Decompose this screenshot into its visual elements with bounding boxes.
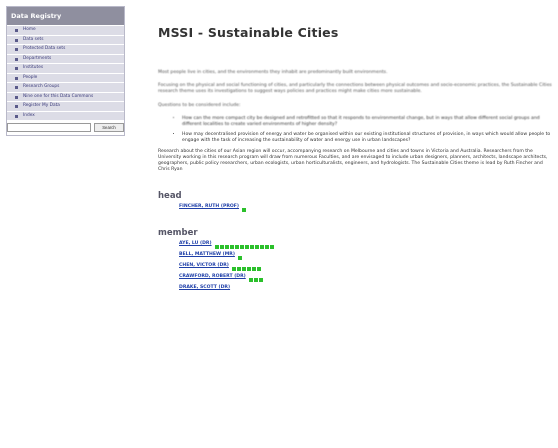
questions-label: Questions to be considered include: <box>158 102 241 108</box>
dataset-square <box>269 245 274 250</box>
dataset-square <box>249 245 254 250</box>
person-link[interactable]: AYE, LU (DR) <box>179 241 212 246</box>
person-row: DRAKE, SCOTT (DR) <box>179 282 552 293</box>
dataset-square <box>229 245 234 250</box>
main-content: MSSI - Sustainable Cities Most people li… <box>158 0 552 293</box>
person-link[interactable]: FINCHER, RUTH (PROF) <box>179 204 239 209</box>
dataset-count-indicator <box>248 267 263 286</box>
dataset-square <box>258 278 263 283</box>
dataset-square <box>259 245 264 250</box>
person-link[interactable]: DRAKE, SCOTT (DR) <box>179 285 230 290</box>
dataset-square <box>253 278 258 283</box>
dataset-square <box>244 245 249 250</box>
dataset-count-indicator <box>214 234 274 253</box>
sidebar-item-people[interactable]: People <box>7 72 124 82</box>
question-item: How can the more compact city be designe… <box>182 116 552 128</box>
sidebar-item-research-groups[interactable]: Research Groups <box>7 82 124 92</box>
dataset-count-indicator <box>241 197 247 216</box>
dataset-square <box>236 267 241 272</box>
questions-list: How can the more compact city be designe… <box>158 116 552 145</box>
dataset-square <box>231 267 236 272</box>
person-link[interactable]: BELL, MATTHEW (MR) <box>179 252 235 257</box>
sidebar-item-protected-data-sets[interactable]: Protected Data sets <box>7 44 124 54</box>
search-button[interactable]: Search <box>94 123 124 132</box>
head-heading: head <box>158 191 182 202</box>
sidebar-item-departments[interactable]: Departments <box>7 53 124 63</box>
dataset-square <box>214 245 219 250</box>
sidebar-item-institutes[interactable]: Institutes <box>7 63 124 73</box>
page-title: MSSI - Sustainable Cities <box>158 25 339 40</box>
dataset-square <box>219 245 224 250</box>
dataset-square <box>224 245 229 250</box>
sidebar-item-data-commons[interactable]: Nine one for this Data Commons <box>7 91 124 101</box>
sidebar: Data Registry Home Data sets Protected D… <box>6 6 125 136</box>
intro-paragraph: Most people live in cities, and the envi… <box>158 70 388 75</box>
search-input[interactable] <box>7 123 91 132</box>
sidebar-item-register-my-data[interactable]: Register My Data <box>7 101 124 111</box>
dataset-square <box>264 245 269 250</box>
dataset-square <box>248 278 253 283</box>
person-row: CRAWFORD, ROBERT (DR) <box>179 271 552 283</box>
question-item: How may decentralised provision of energ… <box>182 132 552 144</box>
focus-paragraph: Focusing on the physical and social func… <box>158 83 552 95</box>
sidebar-nav: Home Data sets Protected Data sets Depar… <box>7 25 124 120</box>
person-row: FINCHER, RUTH (PROF) <box>179 201 552 213</box>
sidebar-item-data-sets[interactable]: Data sets <box>7 34 124 44</box>
person-row: AYE, LU (DR) <box>179 238 552 250</box>
sidebar-title: Data Registry <box>7 7 124 25</box>
sidebar-item-index[interactable]: Index <box>7 110 124 120</box>
dataset-square <box>241 267 246 272</box>
person-row: CHEN, VICTOR (DR) <box>179 260 552 272</box>
sidebar-item-home[interactable]: Home <box>7 25 124 35</box>
dataset-square <box>254 245 259 250</box>
research-paragraph: Research about the cities of our Asian r… <box>158 148 548 173</box>
person-link[interactable]: CRAWFORD, ROBERT (DR) <box>179 274 246 279</box>
person-link[interactable]: CHEN, VICTOR (DR) <box>179 263 229 268</box>
search-row: Search <box>7 120 124 135</box>
dataset-square <box>242 208 247 213</box>
